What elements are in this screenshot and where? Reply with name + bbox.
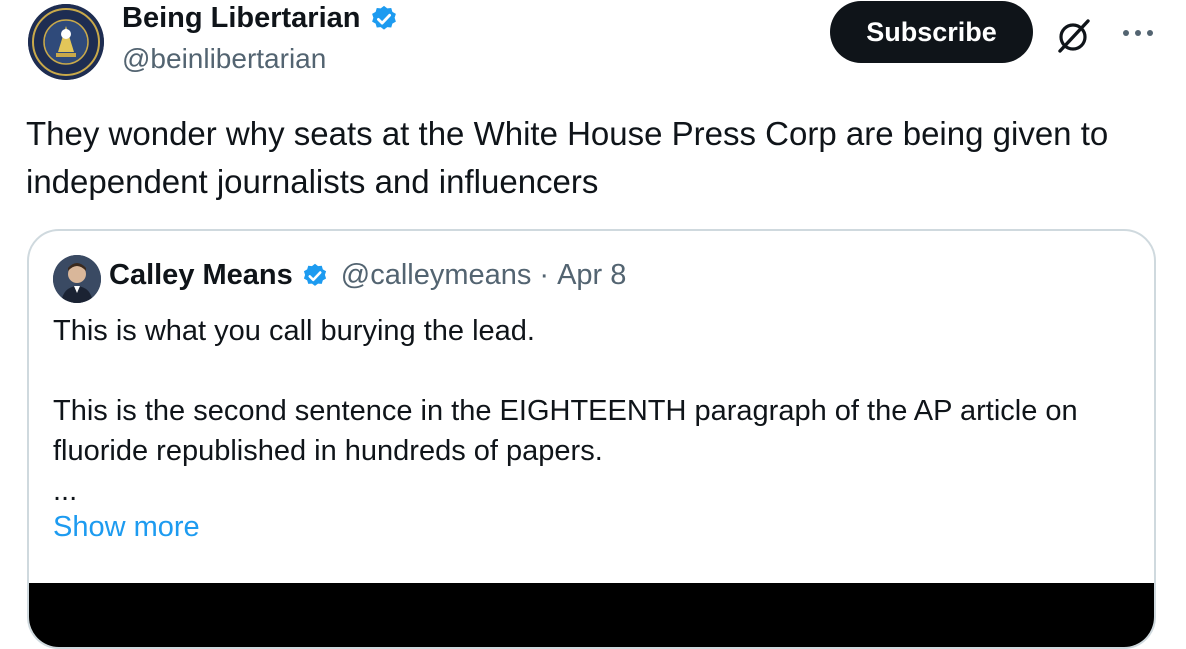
author-avatar[interactable] (28, 4, 104, 80)
quoted-tweet-date[interactable]: Apr 8 (557, 259, 626, 292)
author-name-row[interactable]: Being Libertarian (122, 2, 399, 35)
verified-badge-icon (369, 4, 399, 34)
meta-separator: · (539, 259, 550, 291)
show-more-link[interactable]: Show more (53, 511, 200, 544)
quoted-tweet-card[interactable]: Calley Means @calleymeans · Apr 8 This i… (27, 229, 1156, 649)
quoted-tweet-body: This is what you call burying the lead. … (53, 311, 1143, 511)
quoted-text-ellipsis: ... (53, 475, 78, 507)
quoted-tweet-header: Calley Means @calleymeans · Apr 8 (109, 259, 626, 292)
author-handle[interactable]: @beinlibertarian (122, 43, 326, 75)
quoted-author-handle[interactable]: @calleymeans (341, 259, 532, 292)
subscribe-button[interactable]: Subscribe (830, 1, 1033, 63)
verified-badge-icon (301, 262, 329, 290)
grok-icon[interactable] (1054, 16, 1094, 56)
quoted-author-name[interactable]: Calley Means (109, 259, 293, 292)
quoted-media-preview[interactable] (29, 583, 1154, 647)
person-avatar-icon (53, 255, 101, 303)
tweet-text: They wonder why seats at the White House… (26, 115, 1109, 200)
more-options-icon[interactable] (1120, 18, 1156, 48)
quoted-author-avatar[interactable] (53, 255, 101, 303)
being-libertarian-seal-icon (28, 4, 104, 80)
quoted-text-line: This is the second sentence in the EIGHT… (53, 395, 1078, 467)
author-display-name[interactable]: Being Libertarian (122, 2, 361, 35)
quoted-text-line: This is what you call burying the lead. (53, 315, 535, 347)
